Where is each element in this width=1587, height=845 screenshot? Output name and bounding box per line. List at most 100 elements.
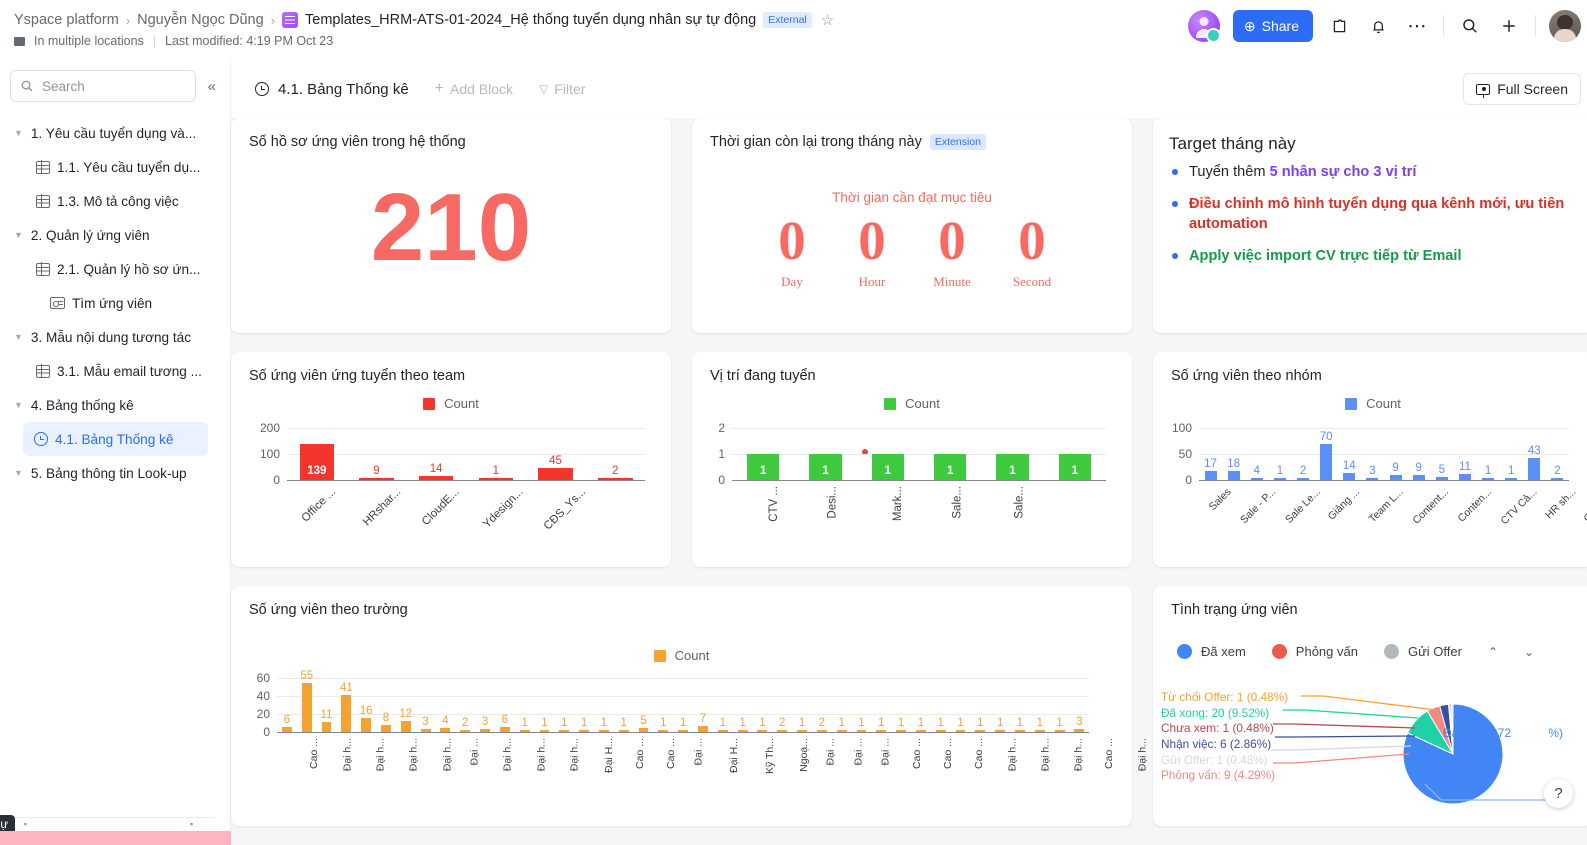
bar[interactable] <box>975 729 986 732</box>
pie-legend-scroll-up[interactable]: ⌃ <box>1488 645 1498 659</box>
bar[interactable] <box>995 729 1006 732</box>
bar-column[interactable]: 1 <box>1050 678 1070 732</box>
bar[interactable] <box>1297 477 1310 480</box>
bar-column[interactable]: 14 <box>406 428 466 480</box>
collapse-sidebar-icon[interactable]: « <box>204 78 220 95</box>
bar[interactable] <box>460 729 471 732</box>
bar[interactable] <box>1343 472 1356 480</box>
bar[interactable] <box>519 729 530 732</box>
bar-column[interactable]: 5 <box>1430 428 1453 480</box>
star-icon[interactable]: ☆ <box>821 11 834 29</box>
bar-column[interactable]: 1 <box>794 428 856 480</box>
sidebar-item-8[interactable]: ▼ 4. Bảng thống kê <box>0 388 230 422</box>
bar[interactable] <box>737 729 748 732</box>
plot-area-schools[interactable]: 0 20 40 60 6 55 11 41 16 8 12 3 4 2 3 6 1 1 1 1 1 1 5 1 1 7 1 1 1 2 1 2… <box>257 670 1089 739</box>
bar[interactable] <box>896 729 907 732</box>
bar[interactable] <box>420 729 431 732</box>
bar[interactable] <box>480 729 490 732</box>
bar[interactable] <box>597 477 633 480</box>
pie-legend-item-2[interactable]: Gửi Offer <box>1383 644 1462 659</box>
bar-column[interactable]: 6 <box>495 678 515 732</box>
bar-column[interactable]: 17 <box>1199 428 1222 480</box>
bar-column[interactable]: 8 <box>376 678 396 732</box>
bar[interactable] <box>915 729 926 732</box>
bar-column[interactable]: 1 <box>1010 678 1030 732</box>
bar[interactable] <box>876 729 887 732</box>
sidebar-item-0[interactable]: ▼ 1. Yêu cầu tuyển dụng và... <box>0 116 230 150</box>
bar[interactable] <box>816 729 827 732</box>
bar[interactable] <box>1389 475 1402 480</box>
bar[interactable] <box>1505 477 1518 480</box>
bar[interactable] <box>361 717 372 732</box>
bar[interactable] <box>418 476 454 480</box>
bar-column[interactable]: 1 <box>857 428 919 480</box>
bar-column[interactable]: 1 <box>466 428 526 480</box>
bar-column[interactable]: 1 <box>594 678 614 732</box>
add-icon[interactable] <box>1496 13 1522 39</box>
bar-column[interactable]: 2 <box>1292 428 1315 480</box>
bar[interactable] <box>400 721 411 732</box>
sidebar-item-3[interactable]: ▼ 2. Quản lý ứng viên <box>0 218 230 252</box>
bar-column[interactable]: 1 <box>733 678 753 732</box>
bar[interactable] <box>440 728 451 732</box>
bar-column[interactable]: 1 <box>614 678 634 732</box>
bar[interactable] <box>777 729 788 732</box>
bar-column[interactable]: 1 <box>673 678 693 732</box>
sidebar-item-6[interactable]: ▼ 3. Mẫu nội dung tương tác <box>0 320 230 354</box>
bar-column[interactable]: 1 <box>970 678 990 732</box>
bar[interactable] <box>618 729 629 732</box>
bar-column[interactable]: 1 <box>713 678 733 732</box>
bar-column[interactable]: 1 <box>1500 428 1523 480</box>
bar[interactable] <box>1412 475 1425 480</box>
bar[interactable] <box>658 729 669 732</box>
help-icon[interactable]: ? <box>1544 779 1573 808</box>
search-icon[interactable] <box>1457 13 1483 39</box>
filter-button[interactable]: ▽ Filter <box>539 81 585 97</box>
bar[interactable] <box>381 724 391 732</box>
bar-column[interactable]: 1 <box>554 678 574 732</box>
bar-column[interactable]: 9 <box>1407 428 1430 480</box>
bar[interactable] <box>1034 729 1045 732</box>
bar[interactable] <box>856 729 867 732</box>
bar-column[interactable]: 1 <box>981 428 1043 480</box>
bar-column[interactable]: 1 <box>871 678 891 732</box>
bar[interactable] <box>321 722 332 732</box>
bar-column[interactable]: 1 <box>1268 428 1291 480</box>
bar-column[interactable]: 1 <box>732 428 794 480</box>
bar-column[interactable]: 5 <box>634 678 654 732</box>
bar[interactable] <box>1015 729 1025 732</box>
bar[interactable] <box>698 725 708 732</box>
full-screen-button[interactable]: Full Screen <box>1463 73 1581 105</box>
bar[interactable] <box>359 477 394 480</box>
bar[interactable] <box>797 729 807 732</box>
bar[interactable] <box>1204 471 1217 480</box>
bar-column[interactable]: 1 <box>832 678 852 732</box>
bar[interactable] <box>598 729 609 732</box>
bar-column[interactable]: 2 <box>1546 428 1569 480</box>
more-options-icon[interactable]: ⋯ <box>1404 13 1430 39</box>
pie-slice[interactable] <box>1402 703 1504 805</box>
bar-column[interactable]: 11 <box>1453 428 1476 480</box>
bar-column[interactable]: 14 <box>1338 428 1361 480</box>
user-avatar[interactable] <box>1549 10 1581 42</box>
bar[interactable] <box>1250 477 1263 480</box>
bar-column[interactable]: 1 <box>911 678 931 732</box>
plot-area-team[interactable]: 0 100 200 139 9 14 1 45 2 <box>260 421 645 487</box>
bar-column[interactable]: 1 <box>919 428 981 480</box>
sidebar-item-9[interactable]: 4.1. Bảng Thống kê <box>23 422 208 456</box>
puzzle-icon[interactable] <box>1326 13 1352 39</box>
bar-column[interactable]: 1 <box>753 678 773 732</box>
pie-legend-scroll-down[interactable]: ⌄ <box>1524 645 1534 659</box>
bar[interactable] <box>1482 477 1495 480</box>
bar-column[interactable]: 2 <box>585 428 645 480</box>
bar[interactable] <box>1366 477 1379 480</box>
bar[interactable] <box>1551 477 1564 480</box>
bar[interactable] <box>1320 443 1333 480</box>
bar-column[interactable]: 45 <box>526 428 586 480</box>
bar-column[interactable]: 43 <box>1523 428 1546 480</box>
bar[interactable] <box>478 477 514 480</box>
search-input[interactable]: Search <box>10 70 196 102</box>
pie-legend-item-0[interactable]: Đã xem <box>1177 644 1246 659</box>
bar[interactable] <box>1273 477 1286 480</box>
add-block-button[interactable]: + Add Block <box>435 80 513 98</box>
